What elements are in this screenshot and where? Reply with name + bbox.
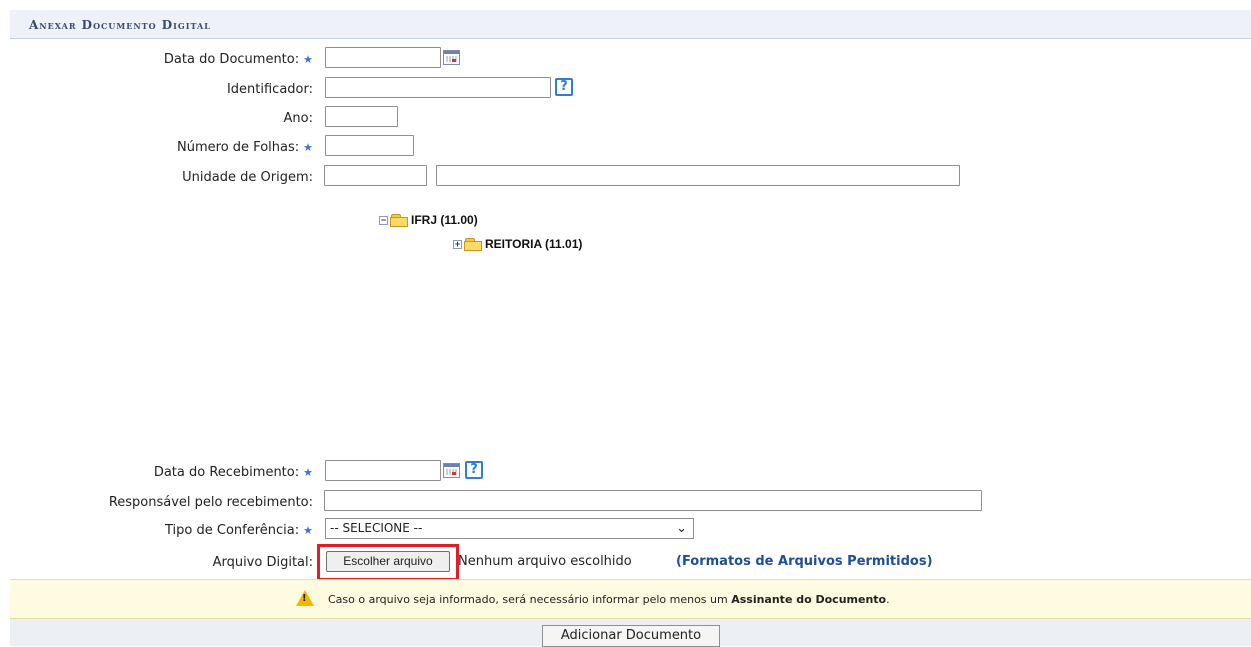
help-icon[interactable]: ?	[465, 461, 483, 479]
attach-document-panel: Anexar Documento Digital Data do Documen…	[10, 10, 1251, 647]
form-footer: Adicionar Documento	[10, 619, 1251, 647]
data-documento-input[interactable]	[325, 47, 441, 68]
calendar-icon[interactable]	[443, 463, 460, 478]
unidade-nome-input[interactable]	[436, 165, 960, 186]
folder-open-icon	[390, 214, 409, 228]
add-document-button[interactable]: Adicionar Documento	[542, 625, 720, 647]
required-star-icon: ★	[303, 53, 313, 66]
collapse-icon[interactable]: −	[379, 216, 388, 226]
numero-folhas-input[interactable]	[325, 135, 414, 156]
tree-node-reitoria[interactable]: + REITORIA (11.01)	[453, 237, 582, 252]
expand-icon[interactable]: +	[453, 240, 462, 250]
responsavel-label: Responsável pelo recebimento:	[108, 495, 313, 510]
data-documento-label: Data do Documento: ★	[163, 52, 313, 67]
tipo-conferencia-label: Tipo de Conferência: ★	[165, 523, 313, 538]
identificador-input[interactable]	[325, 77, 551, 98]
warning-icon: !	[296, 590, 314, 606]
file-status: Nenhum arquivo escolhido	[458, 554, 632, 569]
unidade-codigo-input[interactable]	[324, 165, 427, 186]
panel-title: Anexar Documento Digital	[29, 18, 211, 32]
panel-header: Anexar Documento Digital	[10, 10, 1251, 39]
arquivo-digital-label: Arquivo Digital:	[212, 555, 313, 570]
numero-folhas-label: Número de Folhas: ★	[177, 140, 313, 155]
folder-icon	[464, 238, 483, 252]
required-star-icon: ★	[303, 466, 313, 479]
tipo-conferencia-select[interactable]: -- SELECIONE -- ⌄	[325, 518, 694, 539]
ano-input[interactable]	[325, 106, 398, 127]
unidade-origem-label: Unidade de Origem:	[182, 170, 313, 185]
required-star-icon: ★	[303, 141, 313, 154]
required-star-icon: ★	[303, 524, 313, 537]
calendar-icon[interactable]	[443, 50, 460, 65]
responsavel-input[interactable]	[324, 490, 982, 511]
chevron-down-icon: ⌄	[676, 521, 687, 536]
help-icon[interactable]: ?	[555, 78, 573, 96]
data-recebimento-input[interactable]	[325, 460, 441, 481]
tree-node-ifrj[interactable]: − IFRJ (11.00)	[379, 213, 478, 228]
identificador-label: Identificador:	[226, 82, 313, 97]
allowed-formats-link[interactable]: (Formatos de Arquivos Permitidos)	[676, 554, 933, 569]
choose-file-button[interactable]: Escolher arquivo	[326, 551, 450, 572]
notice-text: Caso o arquivo seja informado, será nece…	[328, 593, 890, 606]
notice-bar: ! Caso o arquivo seja informado, será ne…	[10, 579, 1251, 619]
data-recebimento-label: Data do Recebimento: ★	[153, 465, 313, 480]
ano-label: Ano:	[283, 111, 313, 126]
